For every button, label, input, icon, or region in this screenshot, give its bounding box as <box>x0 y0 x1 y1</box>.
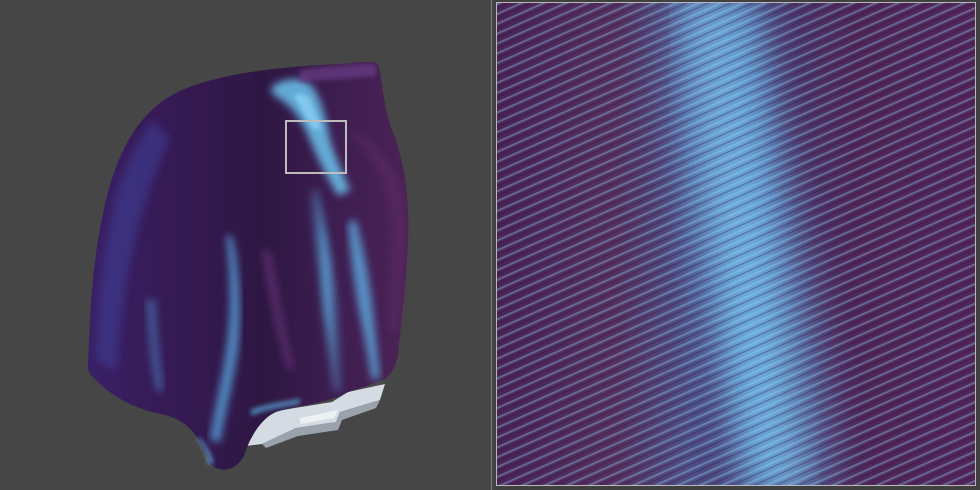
fabric-weave-closeup <box>497 3 975 485</box>
viewport-canvas[interactable] <box>0 0 492 490</box>
zoom-preview-frame <box>496 2 976 486</box>
zoom-preview-panel <box>494 0 980 490</box>
3d-viewport[interactable] <box>0 0 492 490</box>
